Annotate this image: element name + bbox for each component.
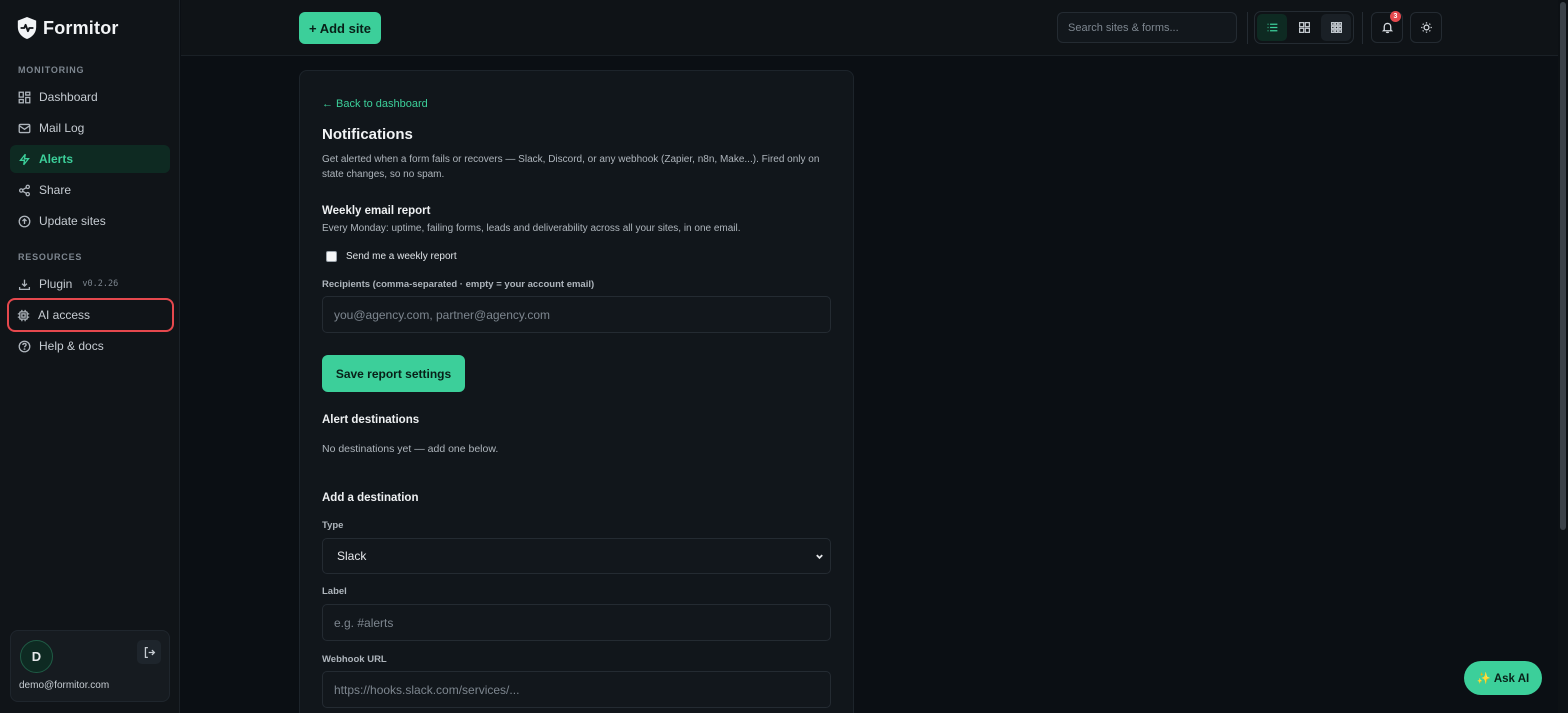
sidebar-item-update-sites[interactable]: Update sites — [10, 207, 170, 235]
resources-section-label: RESOURCES — [18, 252, 83, 262]
theme-toggle-button[interactable] — [1410, 12, 1442, 43]
type-label: Type — [322, 520, 344, 531]
destination-type-value: Slack — [337, 549, 367, 563]
list-view-button[interactable] — [1257, 14, 1287, 41]
alert-destinations-title: Alert destinations — [322, 414, 420, 426]
sidebar-item-label: Update sites — [39, 214, 106, 228]
sidebar-item-label: AI access — [38, 308, 91, 322]
logout-button[interactable] — [137, 640, 161, 664]
view-toggle-group — [1254, 11, 1354, 44]
mail-icon — [18, 123, 31, 133]
ask-ai-button[interactable]: ✨ Ask AI — [1464, 661, 1542, 695]
sidebar-item-label: Help & docs — [39, 339, 104, 353]
avatar[interactable]: D — [20, 640, 53, 673]
sidebar-item-mail-log[interactable]: Mail Log — [10, 114, 170, 142]
sidebar-item-plugin[interactable]: Plugin v0.2.26 — [10, 270, 170, 298]
grid-icon — [1298, 22, 1310, 33]
sidebar-item-share[interactable]: Share — [10, 176, 170, 204]
compact-grid-icon — [1330, 22, 1342, 33]
user-card: D demo@formitor.com — [10, 630, 170, 702]
sidebar-item-label: Dashboard — [39, 90, 98, 104]
save-report-settings-button[interactable]: Save report settings — [322, 355, 465, 392]
sidebar-item-label: Mail Log — [39, 121, 85, 135]
list-icon — [1267, 23, 1277, 32]
sidebar-item-alerts[interactable]: Alerts — [10, 145, 170, 173]
sidebar-item-label: Alerts — [39, 152, 74, 166]
sidebar-item-ai-access[interactable]: AI access — [7, 298, 174, 332]
app-root: Formitor MONITORING Dashboard Mail Log A… — [0, 0, 1568, 713]
download-icon — [18, 279, 31, 290]
recipients-input[interactable] — [322, 296, 831, 333]
add-site-button[interactable]: + Add site — [299, 12, 381, 44]
grid-view-button[interactable] — [1289, 14, 1319, 41]
weekly-report-checkbox-label[interactable]: Send me a weekly report — [346, 251, 457, 262]
notification-count-badge: 3 — [1390, 11, 1401, 22]
sidebar-item-label: Share — [39, 183, 72, 197]
weekly-report-description: Every Monday: uptime, failing forms, lea… — [322, 223, 741, 234]
shield-logo-icon — [17, 17, 37, 39]
destinations-empty-text: No destinations yet — add one below. — [322, 443, 499, 455]
compact-grid-view-button[interactable] — [1321, 14, 1351, 41]
webhook-url-label: Webhook URL — [322, 654, 387, 665]
recipients-label: Recipients (comma-separated · empty = yo… — [322, 279, 595, 290]
topbar: + Add site 3 — [181, 0, 1558, 56]
sidebar-item-dashboard[interactable]: Dashboard — [10, 83, 170, 111]
chip-icon — [17, 309, 30, 321]
bell-icon — [1381, 22, 1393, 34]
notifications-card: ← Back to dashboard Notifications Get al… — [299, 70, 854, 713]
chevron-down-icon — [816, 554, 823, 560]
webhook-url-input[interactable] — [322, 671, 831, 708]
logout-icon — [144, 646, 155, 658]
weekly-report-title: Weekly email report — [322, 205, 431, 217]
destination-label-label: Label — [322, 586, 347, 597]
brand-logo[interactable]: Formitor — [16, 16, 119, 40]
brand-name: Formitor — [43, 17, 119, 38]
scrollbar-thumb[interactable] — [1560, 2, 1566, 530]
weekly-report-checkbox-row[interactable]: Send me a weekly report — [326, 251, 457, 262]
user-email: demo@formitor.com — [19, 680, 110, 691]
upload-icon — [18, 215, 31, 227]
share-icon — [18, 184, 31, 196]
dashboard-icon — [18, 91, 31, 103]
topbar-divider — [1247, 12, 1248, 44]
topbar-divider — [1362, 12, 1363, 44]
weekly-report-checkbox[interactable] — [326, 251, 337, 262]
destination-label-input[interactable] — [322, 604, 831, 641]
sidebar: Formitor MONITORING Dashboard Mail Log A… — [0, 0, 180, 713]
sun-icon — [1420, 22, 1432, 33]
search-input[interactable] — [1057, 12, 1237, 43]
sidebar-item-help-docs[interactable]: Help & docs — [10, 332, 170, 360]
page-scrollbar[interactable] — [1558, 0, 1568, 713]
add-destination-title: Add a destination — [322, 492, 419, 504]
help-icon — [18, 340, 31, 352]
back-to-dashboard-link[interactable]: ← Back to dashboard — [322, 98, 428, 110]
sidebar-item-label: Plugin — [39, 277, 73, 291]
bolt-icon — [19, 153, 30, 165]
destination-type-select[interactable]: Slack — [322, 538, 831, 574]
notifications-button[interactable]: 3 — [1371, 11, 1403, 43]
page-description: Get alerted when a form fails or recover… — [322, 154, 820, 180]
plugin-version-badge: v0.2.26 — [82, 279, 119, 289]
monitoring-section-label: MONITORING — [18, 65, 85, 75]
page-title: Notifications — [322, 126, 413, 143]
